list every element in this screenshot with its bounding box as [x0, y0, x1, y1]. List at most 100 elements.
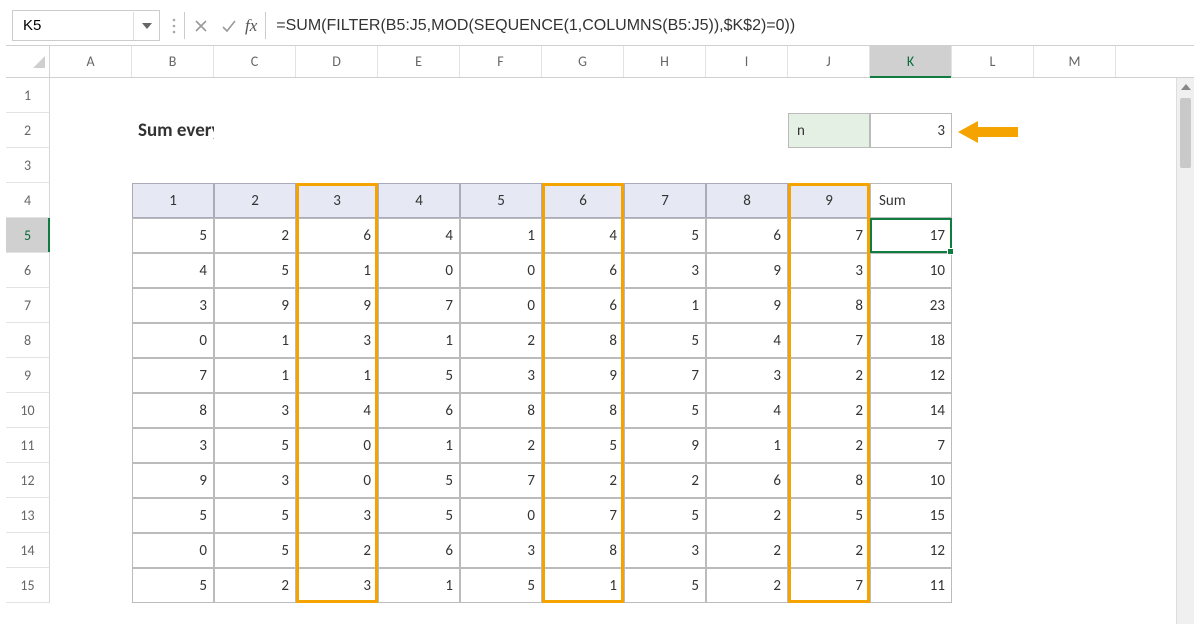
row-header-12[interactable]: 12 [6, 463, 50, 498]
cell-B10[interactable]: 8 [132, 393, 214, 428]
cell-L13[interactable] [952, 498, 1034, 533]
table-header-sum[interactable]: Sum [870, 183, 952, 218]
cell-K5[interactable]: 17 [870, 218, 952, 253]
table-header-4[interactable]: 4 [378, 183, 460, 218]
cell-C7[interactable]: 9 [214, 288, 296, 323]
cell-K10[interactable]: 14 [870, 393, 952, 428]
cell-F1[interactable] [460, 78, 542, 113]
cell-D3[interactable] [296, 148, 378, 183]
cell-L14[interactable] [952, 533, 1034, 568]
cell-H14[interactable]: 3 [624, 533, 706, 568]
col-header-H[interactable]: H [624, 46, 706, 77]
table-header-2[interactable]: 2 [214, 183, 296, 218]
cell-H12[interactable]: 2 [624, 463, 706, 498]
cell-D6[interactable]: 1 [296, 253, 378, 288]
cell-D15[interactable]: 3 [296, 568, 378, 603]
cell-K9[interactable]: 12 [870, 358, 952, 393]
cell-A5[interactable] [50, 218, 132, 253]
cell-C10[interactable]: 3 [214, 393, 296, 428]
cell-D9[interactable]: 1 [296, 358, 378, 393]
cell-E3[interactable] [378, 148, 460, 183]
cell-F9[interactable]: 3 [460, 358, 542, 393]
cell-B11[interactable]: 3 [132, 428, 214, 463]
name-box[interactable] [13, 12, 133, 40]
cell-B3[interactable] [132, 148, 214, 183]
cell-E8[interactable]: 1 [378, 323, 460, 358]
enter-formula-button[interactable] [215, 6, 243, 45]
cell-C14[interactable]: 5 [214, 533, 296, 568]
cell-J13[interactable]: 5 [788, 498, 870, 533]
cell-A11[interactable] [50, 428, 132, 463]
cell-G6[interactable]: 6 [542, 253, 624, 288]
col-header-I[interactable]: I [706, 46, 788, 77]
cell-G8[interactable]: 8 [542, 323, 624, 358]
cell-G11[interactable]: 5 [542, 428, 624, 463]
cell-H9[interactable]: 7 [624, 358, 706, 393]
cell-C1[interactable] [214, 78, 296, 113]
cell-K11[interactable]: 7 [870, 428, 952, 463]
cell-L8[interactable] [952, 323, 1034, 358]
cell-M11[interactable] [1034, 428, 1116, 463]
cell-D14[interactable]: 2 [296, 533, 378, 568]
cell-C12[interactable]: 3 [214, 463, 296, 498]
cell-D10[interactable]: 4 [296, 393, 378, 428]
col-header-D[interactable]: D [296, 46, 378, 77]
cell-I3[interactable] [706, 148, 788, 183]
cell-G10[interactable]: 8 [542, 393, 624, 428]
cell-B13[interactable]: 5 [132, 498, 214, 533]
cell-L12[interactable] [952, 463, 1034, 498]
cell-L5[interactable] [952, 218, 1034, 253]
cell-F13[interactable]: 0 [460, 498, 542, 533]
cell-G14[interactable]: 8 [542, 533, 624, 568]
cell-E1[interactable] [378, 78, 460, 113]
cell-M8[interactable] [1034, 323, 1116, 358]
cell-I8[interactable]: 4 [706, 323, 788, 358]
cell-E10[interactable]: 6 [378, 393, 460, 428]
cell-B9[interactable]: 7 [132, 358, 214, 393]
col-header-C[interactable]: C [214, 46, 296, 77]
cell-F14[interactable]: 3 [460, 533, 542, 568]
cell-K1[interactable] [870, 78, 952, 113]
cell-H13[interactable]: 5 [624, 498, 706, 533]
cell-J11[interactable]: 2 [788, 428, 870, 463]
table-header-7[interactable]: 7 [624, 183, 706, 218]
cell-B14[interactable]: 0 [132, 533, 214, 568]
cell-C8[interactable]: 1 [214, 323, 296, 358]
cell-G15[interactable]: 1 [542, 568, 624, 603]
table-header-5[interactable]: 5 [460, 183, 542, 218]
cell-F8[interactable]: 2 [460, 323, 542, 358]
cell-D1[interactable] [296, 78, 378, 113]
page-title[interactable]: Sum every nth column [132, 113, 214, 148]
cell-K15[interactable]: 11 [870, 568, 952, 603]
cell-K3[interactable] [870, 148, 952, 183]
table-header-3[interactable]: 3 [296, 183, 378, 218]
table-header-1[interactable]: 1 [132, 183, 214, 218]
cell-F5[interactable]: 1 [460, 218, 542, 253]
row-header-4[interactable]: 4 [6, 183, 50, 218]
cell-H8[interactable]: 5 [624, 323, 706, 358]
cell-A10[interactable] [50, 393, 132, 428]
cell-G3[interactable] [542, 148, 624, 183]
cell-J14[interactable]: 2 [788, 533, 870, 568]
cell-A8[interactable] [50, 323, 132, 358]
cell-L7[interactable] [952, 288, 1034, 323]
cell-I15[interactable]: 2 [706, 568, 788, 603]
table-header-9[interactable]: 9 [788, 183, 870, 218]
row-header-6[interactable]: 6 [6, 253, 50, 288]
cell-M10[interactable] [1034, 393, 1116, 428]
col-header-J[interactable]: J [788, 46, 870, 77]
cell-D8[interactable]: 3 [296, 323, 378, 358]
cell-A1[interactable] [50, 78, 132, 113]
cell-J3[interactable] [788, 148, 870, 183]
cell-J8[interactable]: 7 [788, 323, 870, 358]
cell-K12[interactable]: 10 [870, 463, 952, 498]
col-header-M[interactable]: M [1034, 46, 1116, 77]
cell-J1[interactable] [788, 78, 870, 113]
cell-F15[interactable]: 5 [460, 568, 542, 603]
cell-L3[interactable] [952, 148, 1034, 183]
cell-G2[interactable] [542, 113, 624, 148]
cell-B6[interactable]: 4 [132, 253, 214, 288]
cell-I1[interactable] [706, 78, 788, 113]
cell-A7[interactable] [50, 288, 132, 323]
row-header-14[interactable]: 14 [6, 533, 50, 568]
